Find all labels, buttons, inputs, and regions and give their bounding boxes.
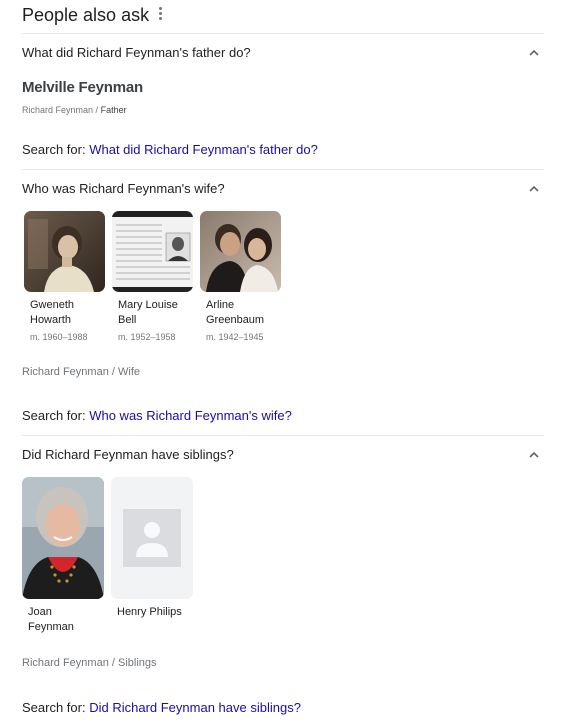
card-subtitle: m. 1960–1988 (30, 332, 88, 342)
card-name-line1: Mary Louise (118, 299, 178, 311)
search-for-label: Search for: (22, 700, 86, 715)
card-name: Gweneth Howarth (24, 298, 105, 328)
search-for: Search for: Who was Richard Feynman's wi… (22, 408, 292, 424)
paa-title: People also ask (22, 4, 150, 25)
search-for: Search for: Did Richard Feynman have sib… (22, 700, 301, 716)
card-subtitle: m. 1952–1958 (118, 332, 176, 342)
card-name: Arline Greenbaum (200, 298, 281, 328)
breadcrumb-root[interactable]: Richard Feynman (22, 105, 93, 115)
question-text: Did Richard Feynman have siblings? (22, 447, 234, 462)
search-for-link[interactable]: What did Richard Feynman's father do? (89, 142, 318, 157)
portrait-photo (24, 211, 105, 292)
question-text: Who was Richard Feynman's wife? (22, 181, 225, 196)
card-name: Henry Philips (111, 605, 193, 620)
question-row[interactable]: Did Richard Feynman have siblings? (22, 445, 544, 465)
card-name: Mary Louise Bell (112, 298, 193, 328)
breadcrumb-root[interactable]: Richard Feynman (22, 366, 109, 378)
search-for: Search for: What did Richard Feynman's f… (22, 142, 318, 158)
breadcrumb-root[interactable]: Richard Feynman (22, 657, 109, 669)
answer-breadcrumb: Richard Feynman / Wife (22, 366, 140, 378)
wife-cards: Gweneth Howarth m. 1960–1988 Mary Louise… (24, 211, 281, 342)
question-row[interactable]: What did Richard Feynman's father do? (22, 43, 544, 63)
couple-photo (200, 211, 281, 292)
breadcrumb-leaf[interactable]: Wife (118, 366, 140, 378)
paa-item-father: What did Richard Feynman's father do? Me… (22, 34, 544, 170)
breadcrumb-separator: / (111, 366, 115, 378)
more-vert-icon[interactable] (159, 7, 163, 20)
breadcrumb-leaf: Father (100, 105, 127, 115)
answer-breadcrumb: Richard Feynman / Father (22, 105, 127, 115)
entity-card[interactable]: Gweneth Howarth m. 1960–1988 (24, 211, 105, 342)
person-placeholder-icon (111, 477, 193, 599)
people-also-ask: People also ask What did Richard Feynman… (22, 0, 544, 725)
chevron-up-icon[interactable] (524, 445, 544, 465)
breadcrumb-leaf[interactable]: Siblings (118, 657, 157, 669)
card-name-line2: Greenbaum (206, 314, 265, 326)
card-subtitle: m. 1942–1945 (206, 332, 264, 342)
paa-item-siblings: Did Richard Feynman have siblings? Joan … (22, 436, 544, 725)
entity-card[interactable]: Mary Louise Bell m. 1952–1958 (112, 211, 193, 342)
card-name-line1: Joan (28, 606, 52, 618)
card-name: Joan Feynman (22, 605, 104, 635)
answer-title[interactable]: Melville Feynman (22, 79, 143, 96)
card-name-line1: Henry Philips (117, 606, 182, 618)
card-name-line2: Feynman (28, 621, 74, 633)
answer-breadcrumb: Richard Feynman / Siblings (22, 657, 157, 669)
document-photo (112, 211, 193, 292)
card-name-line2: Bell (118, 314, 137, 326)
search-for-label: Search for: (22, 408, 86, 423)
breadcrumb-separator: / (111, 657, 115, 669)
card-name-line1: Gweneth (30, 299, 75, 311)
search-for-link[interactable]: Did Richard Feynman have siblings? (89, 700, 301, 715)
paa-item-wife: Who was Richard Feynman's wife? Gweneth … (22, 170, 544, 436)
breadcrumb-separator: / (95, 105, 99, 115)
entity-card[interactable]: Arline Greenbaum m. 1942–1945 (200, 211, 281, 342)
chevron-up-icon[interactable] (524, 179, 544, 199)
sibling-cards: Joan Feynman Henry Philips (22, 477, 193, 635)
card-name-line1: Arline (206, 299, 235, 311)
entity-card[interactable]: Joan Feynman (22, 477, 104, 635)
paa-header: People also ask (22, 0, 544, 34)
card-name-line2: Howarth (30, 314, 71, 326)
chevron-up-icon[interactable] (524, 43, 544, 63)
portrait-photo (22, 477, 104, 599)
question-text: What did Richard Feynman's father do? (22, 45, 251, 60)
search-for-label: Search for: (22, 142, 86, 157)
search-for-link[interactable]: Who was Richard Feynman's wife? (89, 408, 292, 423)
question-row[interactable]: Who was Richard Feynman's wife? (22, 179, 544, 199)
entity-card[interactable]: Henry Philips (111, 477, 193, 635)
